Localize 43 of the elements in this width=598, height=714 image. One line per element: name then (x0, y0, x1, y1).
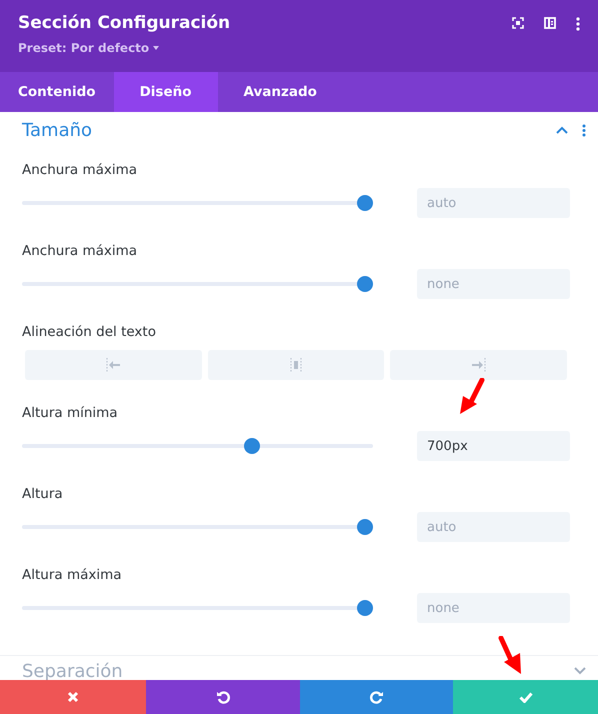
input-field[interactable]: 700px (417, 431, 570, 461)
slider-thumb[interactable] (357, 600, 373, 616)
chevron-down-icon[interactable] (574, 667, 586, 675)
close-icon (67, 691, 79, 703)
undo-icon (216, 690, 230, 704)
section-title[interactable]: Tamaño (22, 120, 92, 140)
tab[interactable]: Diseño (114, 72, 218, 112)
input-field[interactable]: none (417, 593, 570, 623)
tab[interactable]: Contenido (0, 72, 114, 112)
sidebar-layout-icon[interactable] (544, 17, 556, 29)
slider[interactable] (22, 438, 373, 454)
input-field[interactable]: auto (417, 512, 570, 542)
slider[interactable] (22, 195, 373, 211)
slider-thumb[interactable] (244, 438, 260, 454)
slider[interactable] (22, 600, 373, 616)
setting-label: Anchura máxima (22, 242, 138, 261)
tab[interactable]: Avanzado (218, 72, 343, 112)
setting-label: Anchura máxima (22, 161, 138, 180)
redo-icon (370, 690, 384, 704)
slider[interactable] (22, 276, 373, 292)
chevron-up-icon[interactable] (556, 126, 568, 134)
caret-icon (153, 46, 160, 50)
more-options-icon[interactable] (576, 17, 580, 31)
annotation-arrow-icon (458, 378, 486, 416)
input-field[interactable]: none (417, 269, 570, 299)
align-right-icon (470, 358, 487, 372)
slider-thumb[interactable] (357, 276, 373, 292)
focus-icon[interactable] (512, 17, 524, 29)
annotation-arrow-icon (498, 636, 524, 676)
setting-label: Altura mínima (22, 404, 118, 423)
setting-label: Alineación del texto (22, 323, 156, 342)
check-icon (518, 692, 532, 702)
slider-thumb[interactable] (357, 195, 373, 211)
setting-label: Altura máxima (22, 566, 122, 585)
slider[interactable] (22, 519, 373, 535)
more-options-icon[interactable] (582, 124, 586, 136)
align-left-icon (105, 358, 122, 372)
panel-title: Sección Configuración (18, 13, 230, 33)
slider-thumb[interactable] (357, 519, 373, 535)
input-field[interactable]: auto (417, 188, 570, 218)
preset-dropdown[interactable]: Preset: Por defecto (18, 41, 230, 55)
setting-label: Altura (22, 485, 63, 504)
align-center-icon (288, 358, 303, 372)
